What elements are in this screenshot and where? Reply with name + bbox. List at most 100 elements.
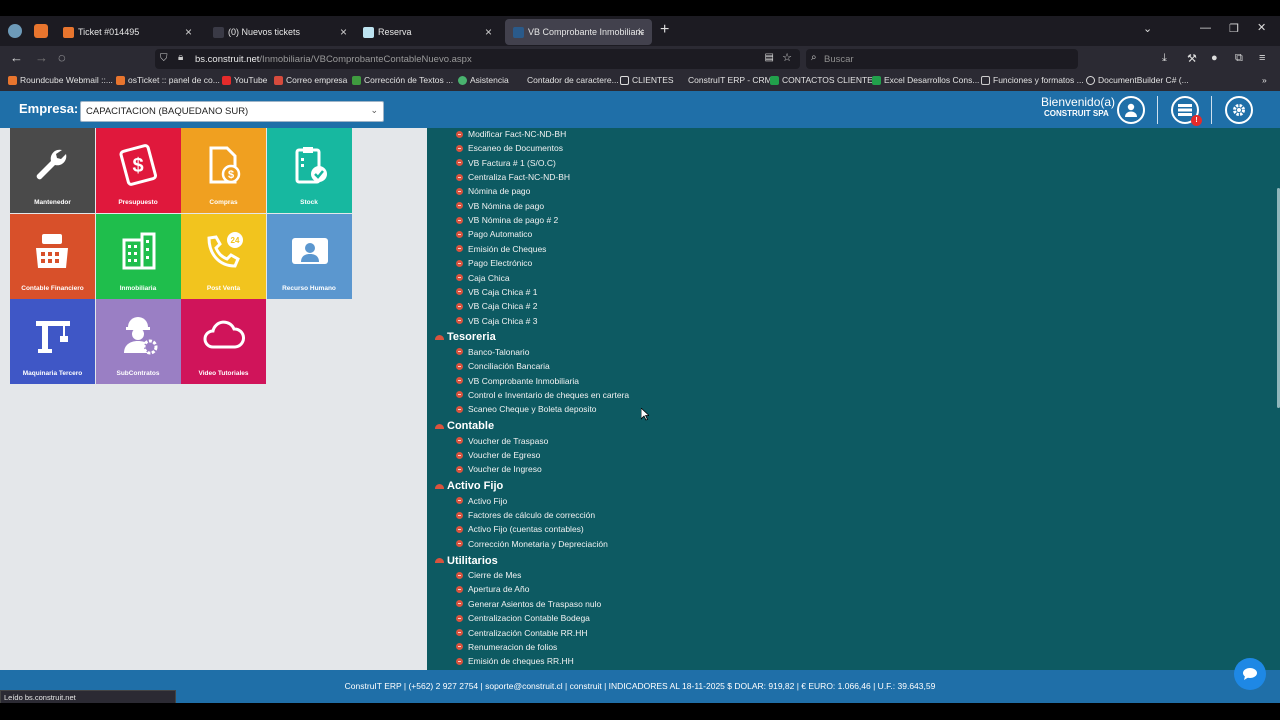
minimize-icon[interactable]: — [1200,22,1211,34]
bullet-icon [456,377,463,385]
module-tile-mantenedor[interactable]: Mantenedor [10,128,95,213]
bookmark-item[interactable]: Asistencia [458,75,509,85]
menu-item[interactable]: Apertura de Año [456,584,529,594]
bookmark-item[interactable]: DocumentBuilder C# (... [1086,75,1189,85]
menu-section-header[interactable]: Tesoreria [435,331,496,343]
close-tab-icon[interactable]: × [485,25,492,39]
menu-item[interactable]: VB Nómina de pago # 2 [456,215,558,225]
extensions-icon[interactable]: ⧉ [1235,52,1243,65]
menu-item[interactable]: Activo Fijo (cuentas contables) [456,524,584,534]
notifications-button[interactable]: ! [1171,96,1202,126]
module-tile-recurso-humano[interactable]: Recurso Humano [266,213,352,299]
downloads-icon[interactable]: ⤓ [1162,52,1167,65]
menu-item[interactable]: Nómina de pago [456,186,530,196]
close-tab-icon[interactable]: × [185,25,192,39]
bookmark-folder[interactable]: CLIENTES [620,75,674,85]
tab-nuevos-tickets[interactable]: (0) Nuevos tickets × [205,19,355,45]
menu-item[interactable]: VB Caja Chica # 3 [456,316,537,326]
empresa-select[interactable]: CAPACITACION (BAQUEDANO SUR) ⌄ [80,101,384,122]
menu-item[interactable]: VB Caja Chica # 1 [456,287,537,297]
module-tile-stock[interactable]: Stock [266,128,352,213]
module-tile-post-venta[interactable]: 24 Post Venta [181,213,266,299]
chat-button[interactable] [1234,658,1266,690]
menu-item[interactable]: Pago Electrónico [456,258,532,268]
close-window-icon[interactable]: ✕ [1257,21,1266,34]
menu-item[interactable]: Scaneo Cheque y Boleta deposito [456,404,597,414]
bullet-icon [456,629,463,636]
menu-item[interactable]: Factores de cálculo de corrección [456,510,595,520]
menu-item[interactable]: Banco-Talonario [456,347,529,357]
bookmark-item[interactable]: Funciones y formatos ... [981,75,1084,85]
bookmark-item[interactable]: Contador de caractere... [527,75,619,85]
user-button[interactable] [1117,96,1145,124]
svg-text:$: $ [132,155,143,177]
list-tabs-icon[interactable]: ⌄ [1143,22,1152,35]
menu-item[interactable]: Voucher de Traspaso [456,436,548,446]
menu-item[interactable]: Caja Chica [456,273,510,283]
bookmark-item[interactable]: osTicket :: panel de co... [116,75,220,85]
menu-section-header[interactable]: Activo Fijo [435,480,503,492]
menu-item[interactable]: Voucher de Ingreso [456,464,542,474]
menu-item[interactable]: Emisión de cheques RR.HH [456,656,574,666]
url-bar[interactable]: ⛉ 🔒︎ bs.construit.net/Inmobiliaria/VBCom… [155,49,800,69]
tab-ticket[interactable]: Ticket #014495 × [55,19,200,45]
menu-item[interactable]: Cierre de Mes [456,570,521,580]
forward-icon[interactable]: → [35,50,48,65]
back-icon[interactable]: ← [10,50,23,65]
more-bookmarks-icon[interactable]: » [1262,75,1267,85]
module-tile-contable-financiero[interactable]: Contable Financiero [10,213,95,299]
menu-item[interactable]: Generar Asientos de Traspaso nulo [456,599,601,609]
module-tile-video-tutoriales[interactable]: Video Tutoriales [181,299,266,384]
menu-section-header[interactable]: Utilitarios [435,555,498,567]
menu-item[interactable]: Voucher de Egreso [456,450,540,460]
module-tile-presupuesto[interactable]: $ Presupuesto [95,128,181,213]
menu-item[interactable]: Renumeracion de folios [456,642,557,652]
menu-section-header[interactable]: Contable [435,420,494,432]
bookmark-item[interactable]: Roundcube Webmail ::... [8,75,113,85]
menu-item[interactable]: Centraliza Fact-NC-ND-BH [456,172,570,182]
loading-icon[interactable]: ◌ [58,50,66,65]
bookmark-item[interactable]: ConstruIT ERP - CRM [688,75,772,85]
menu-item[interactable]: VB Comprobante Inmobiliaria [456,376,579,386]
bookmark-item[interactable]: Correo empresa [274,75,347,85]
bookmark-item[interactable]: Excel Desarrollos Cons... [872,75,979,85]
menu-icon[interactable]: ≡ [1259,52,1265,64]
menu-item[interactable]: Centralizacion Contable Bodega [456,613,590,623]
menu-item[interactable]: Centralización Contable RR.HH [456,628,588,638]
menu-item[interactable]: Pago Automatico [456,229,532,239]
new-tab-icon[interactable]: + [660,21,669,39]
footer-info: ConstruIT ERP | (+562) 2 927 2754 | sopo… [344,681,936,691]
search-input[interactable]: ⌕ Buscar [806,49,1078,69]
lock-icon[interactable]: 🔒︎ [178,52,183,63]
settings-button[interactable] [1225,96,1253,124]
close-tab-icon[interactable]: × [340,25,347,39]
module-tile-maquinaria-tercero[interactable]: Maquinaria Tercero [10,299,95,384]
module-tile-compras[interactable]: $ Compras [181,128,266,213]
menu-item[interactable]: Control e Inventario de cheques en carte… [456,390,629,400]
tab-vb-comprobante[interactable]: VB Comprobante Inmobiliaria × [505,19,652,45]
module-tile-subcontratos[interactable]: SubContratos [95,299,181,384]
module-tile-inmobiliaria[interactable]: Inmobiliaria [95,213,181,299]
tools-icon[interactable]: ⚒ [1187,52,1197,65]
menu-item[interactable]: Corrección Monetaria y Depreciación [456,539,608,549]
bookmark-star-icon[interactable]: ☆ [782,51,792,64]
menu-item[interactable]: VB Caja Chica # 2 [456,301,537,311]
tab-reserva[interactable]: Reserva × [355,19,500,45]
shield-icon[interactable]: ⛉ [160,53,168,64]
bookmark-item[interactable]: Corrección de Textos ... [352,75,453,85]
menu-item[interactable]: VB Factura # 1 (S/O.C) [456,158,556,168]
account-icon[interactable]: ● [1211,52,1218,64]
bookmark-item[interactable]: YouTube [222,75,267,85]
menu-item[interactable]: Activo Fijo [456,496,507,506]
menu-item[interactable]: Modificar Fact-NC-ND-BH [456,129,566,139]
firefox-view-icon[interactable] [8,24,22,38]
menu-item[interactable]: VB Nómina de pago [456,201,544,211]
bookmark-item[interactable]: CONTACTOS CLIENTES [770,75,879,85]
reader-mode-icon[interactable]: ▤ [765,52,774,63]
restore-icon[interactable]: ❐ [1229,22,1239,35]
pinned-tab-icon[interactable] [34,24,48,38]
close-tab-icon[interactable]: × [637,25,644,39]
menu-item[interactable]: Escaneo de Documentos [456,143,563,153]
menu-item[interactable]: Emisión de Cheques [456,244,546,254]
menu-item[interactable]: Conciliación Bancaria [456,361,550,371]
